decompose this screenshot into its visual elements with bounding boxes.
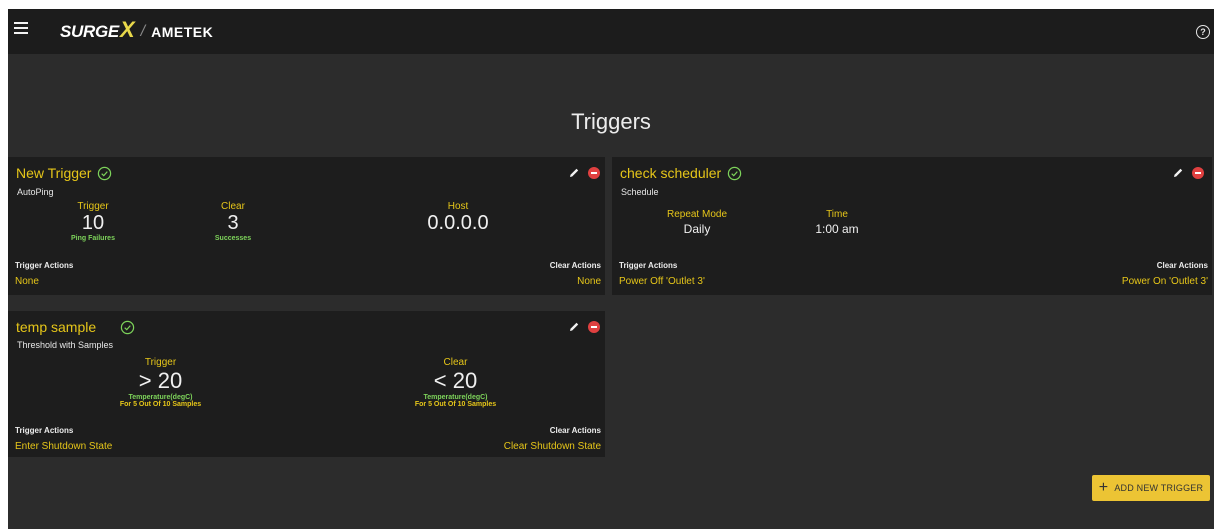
metric-sub: Ping Failures bbox=[71, 235, 115, 242]
trigger-actions-value: Enter Shutdown State bbox=[15, 441, 113, 452]
help-circle-icon[interactable]: ? bbox=[1196, 25, 1210, 39]
trigger-actions-label: Trigger Actions bbox=[619, 261, 678, 270]
trigger-type: Schedule bbox=[621, 187, 659, 197]
trigger-card-new-trigger: New Trigger AutoPing Trigger 10 Ping Fai… bbox=[8, 157, 605, 295]
metric-value: 10 bbox=[81, 212, 105, 234]
metric-time: Time 1:00 am bbox=[797, 209, 877, 236]
metric-value: Daily bbox=[683, 222, 711, 236]
clear-actions-label: Clear Actions bbox=[549, 426, 601, 435]
delete-button-icon[interactable] bbox=[588, 321, 600, 333]
metric-sub: Successes bbox=[214, 235, 252, 242]
add-new-trigger-label: ADD NEW TRIGGER bbox=[1114, 483, 1204, 493]
hamburger-menu-icon[interactable] bbox=[14, 22, 28, 36]
logo-surge: SURGE bbox=[60, 22, 119, 41]
logo-ametek: AMETEK bbox=[151, 24, 214, 40]
page-title: Triggers bbox=[571, 109, 651, 134]
trigger-name: temp sample bbox=[16, 319, 135, 335]
metric-sub: Temperature(degC) bbox=[128, 394, 193, 401]
metric-sub: Temperature(degC) bbox=[423, 394, 488, 401]
logo-x: X bbox=[119, 17, 135, 42]
trigger-name-text: check scheduler bbox=[620, 165, 722, 181]
metric-clear: Clear 3 Successes bbox=[198, 201, 268, 242]
metric-label: Host bbox=[447, 201, 469, 212]
metric-trigger: Trigger > 20 Temperature(degC) For 5 Out… bbox=[108, 357, 213, 408]
metric-host: Host 0.0.0.0 bbox=[408, 201, 508, 235]
metric-value: > 20 bbox=[138, 368, 183, 393]
app-window: SURGE X / AMETEK ? Triggers New Trigger … bbox=[8, 9, 1214, 529]
trigger-type: AutoPing bbox=[17, 187, 54, 197]
pencil-icon[interactable] bbox=[568, 321, 580, 333]
trigger-actions-label: Trigger Actions bbox=[15, 426, 74, 435]
metric-value: < 20 bbox=[433, 368, 478, 393]
metric-clear: Clear < 20 Temperature(degC) For 5 Out O… bbox=[403, 357, 508, 408]
trigger-actions-value: Power Off 'Outlet 3' bbox=[619, 276, 705, 287]
metric-sub2: For 5 Out Of 10 Samples bbox=[414, 401, 497, 408]
clear-actions-value: Clear Shutdown State bbox=[503, 441, 601, 452]
metric-repeat-mode: Repeat Mode Daily bbox=[652, 209, 742, 236]
trigger-card-check-scheduler: check scheduler Schedule Repeat Mode Dai… bbox=[612, 157, 1212, 295]
check-circle-icon bbox=[98, 166, 112, 180]
clear-actions-value: Power On 'Outlet 3' bbox=[1121, 276, 1208, 287]
metric-trigger: Trigger 10 Ping Failures bbox=[58, 201, 128, 242]
pencil-icon[interactable] bbox=[1172, 167, 1184, 179]
metric-value: 0.0.0.0 bbox=[427, 212, 489, 234]
metric-value: 3 bbox=[227, 212, 239, 234]
plus-icon: + bbox=[1098, 479, 1109, 496]
check-circle-icon bbox=[120, 320, 135, 334]
trigger-actions-value: None bbox=[15, 276, 39, 287]
pencil-icon[interactable] bbox=[568, 167, 580, 179]
trigger-name-text: New Trigger bbox=[16, 165, 92, 181]
metric-label: Time bbox=[826, 209, 848, 220]
metric-label: Clear bbox=[443, 357, 468, 368]
metric-label: Trigger bbox=[77, 201, 109, 212]
trigger-actions-label: Trigger Actions bbox=[15, 261, 74, 270]
trigger-name-text: temp sample bbox=[16, 319, 97, 335]
trigger-card-temp-sample: temp sample Threshold with Samples Trigg… bbox=[8, 311, 605, 457]
metric-sub2: For 5 Out Of 10 Samples bbox=[119, 401, 202, 408]
metric-value: 1:00 am bbox=[815, 222, 859, 236]
add-new-trigger-button[interactable]: + ADD NEW TRIGGER bbox=[1092, 475, 1210, 501]
delete-button-icon[interactable] bbox=[1192, 167, 1204, 179]
clear-actions-label: Clear Actions bbox=[1156, 261, 1208, 270]
metric-label: Repeat Mode bbox=[666, 209, 728, 220]
trigger-name: New Trigger bbox=[16, 165, 112, 181]
clear-actions-label: Clear Actions bbox=[549, 261, 601, 270]
clear-actions-value: None bbox=[577, 276, 601, 287]
metric-label: Trigger bbox=[144, 357, 177, 368]
surgex-ametek-logo: SURGE X / AMETEK bbox=[60, 17, 214, 44]
trigger-name: check scheduler bbox=[620, 165, 742, 181]
delete-button-icon[interactable] bbox=[588, 167, 600, 179]
top-bar: SURGE X / AMETEK ? bbox=[8, 9, 1214, 54]
check-circle-icon bbox=[727, 166, 742, 180]
metric-label: Clear bbox=[221, 201, 245, 212]
trigger-type: Threshold with Samples bbox=[17, 340, 114, 350]
logo-separator: / bbox=[140, 23, 146, 40]
